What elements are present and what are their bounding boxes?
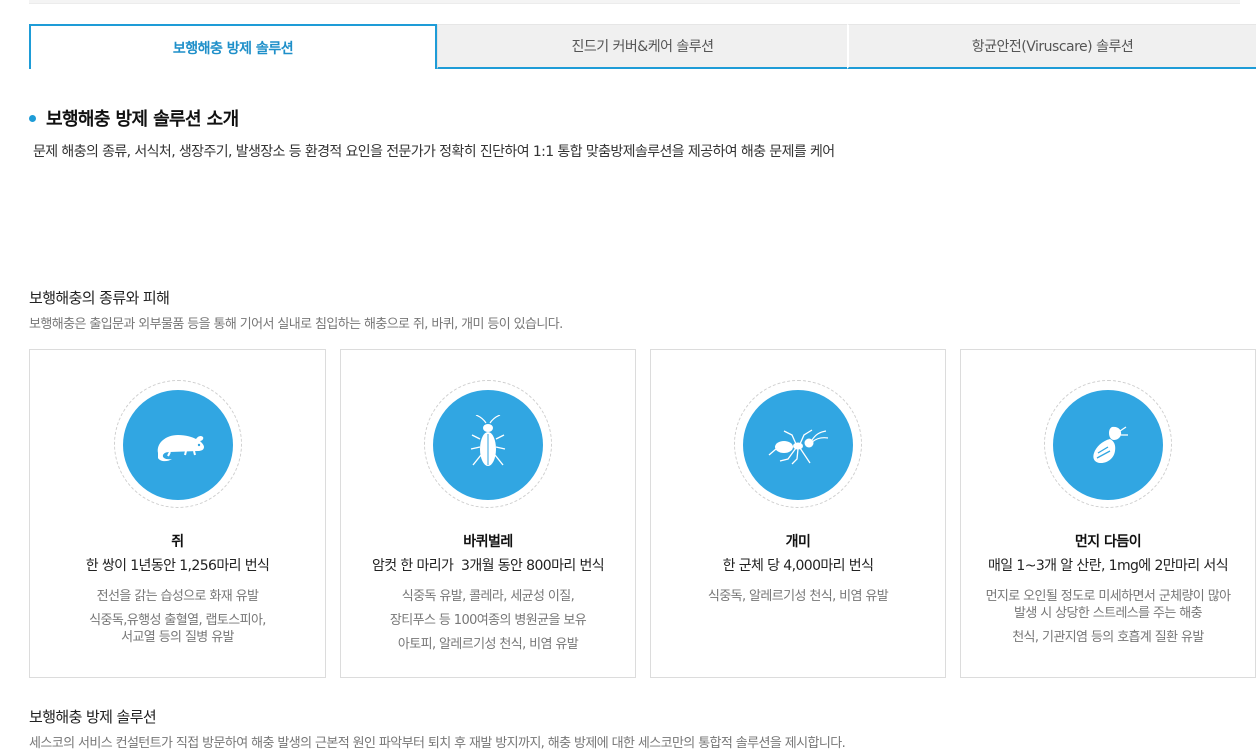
intro-title-text: 보행해충 방제 솔루션 소개 <box>46 109 239 130</box>
dust-mite-icon <box>1053 390 1163 500</box>
pest-harms: 먼지로 오인될 정도로 미세하면서 군체량이 많아 발생 시 상당한 스트레스를… <box>969 588 1247 653</box>
harm-item: 천식, 기관지염 등의 호흡계 질환 유발 <box>1012 630 1204 645</box>
cockroach-icon <box>433 390 543 500</box>
solution-section-description: 세스코의 서비스 컨설턴트가 직접 방문하여 해충 발생의 근본적 원인 파악부… <box>29 736 846 751</box>
page: 보행해충 방제 솔루션 진드기 커버&케어 솔루션 항균안전(Viruscare… <box>0 0 1256 756</box>
top-divider <box>29 0 1240 4</box>
pest-breeding-fact: 한 군체 당 4,000마리 번식 <box>722 558 874 574</box>
harm-item: 먼지로 오인될 정도로 미세하면서 군체량이 많아 발생 시 상당한 스트레스를… <box>985 589 1231 621</box>
bullet-icon <box>29 114 36 122</box>
harm-item: 전선을 갉는 습성으로 화재 유발 <box>96 589 259 604</box>
tab-walking-pest-solution[interactable]: 보행해충 방제 솔루션 <box>29 24 437 69</box>
pest-breeding-fact: 암컷 한 마리가 3개월 동안 800마리 번식 <box>371 558 605 574</box>
intro-description: 문제 해충의 종류, 서식처, 생장주기, 발생장소 등 환경적 요인을 전문가… <box>33 144 835 160</box>
harm-item: 식중독, 알레르기성 천식, 비염 유발 <box>707 589 889 604</box>
harm-item: 식중독 유발, 콜레라, 세균성 이질, <box>401 589 575 604</box>
types-section-title: 보행해충의 종류와 피해 <box>29 289 170 307</box>
solution-section-title: 보행해충 방제 솔루션 <box>29 708 157 726</box>
pest-card-cockroach: 바퀴벌레 암컷 한 마리가 3개월 동안 800마리 번식 식중독 유발, 콜레… <box>340 349 636 678</box>
pest-name: 먼지 다듬이 <box>1074 534 1142 550</box>
ant-icon <box>743 390 853 500</box>
types-section-description: 보행해충은 출입문과 외부물품 등을 통해 기어서 실내로 침입하는 해충으로 … <box>29 317 563 332</box>
pest-name: 쥐 <box>171 534 184 550</box>
harm-item: 식중독,유행성 출혈열, 랩토스피아, 서교열 등의 질병 유발 <box>89 613 266 645</box>
harm-item: 장티푸스 등 100여종의 병원균을 보유 <box>389 613 587 628</box>
pest-name: 바퀴벌레 <box>463 534 513 550</box>
tab-mite-cover-care-solution[interactable]: 진드기 커버&케어 솔루션 <box>437 24 847 69</box>
pest-breeding-fact: 한 쌍이 1년동안 1,256마리 번식 <box>85 558 270 574</box>
pest-harms: 식중독 유발, 콜레라, 세균성 이질, 장티푸스 등 100여종의 병원균을 … <box>349 588 627 660</box>
solution-tabs: 보행해충 방제 솔루션 진드기 커버&케어 솔루션 항균안전(Viruscare… <box>29 24 1256 69</box>
pest-name: 개미 <box>785 534 811 550</box>
intro-heading: 보행해충 방제 솔루션 소개 <box>29 105 239 131</box>
pest-harms: 전선을 갉는 습성으로 화재 유발 식중독,유행성 출혈열, 랩토스피아, 서교… <box>38 588 317 653</box>
rat-icon <box>122 390 233 500</box>
harm-item: 아토피, 알레르기성 천식, 비염 유발 <box>397 637 579 652</box>
tab-viruscare-solution[interactable]: 항균안전(Viruscare) 솔루션 <box>847 24 1256 69</box>
pest-breeding-fact: 매일 1~3개 알 산란, 1mg에 2만마리 서식 <box>988 558 1229 574</box>
pest-harms: 식중독, 알레르기성 천식, 비염 유발 <box>659 588 937 612</box>
pest-card-booklouse: 먼지 다듬이 매일 1~3개 알 산란, 1mg에 2만마리 서식 먼지로 오인… <box>960 349 1256 678</box>
pest-card-ant: 개미 한 군체 당 4,000마리 번식 식중독, 알레르기성 천식, 비염 유… <box>650 349 946 678</box>
pest-card-rat: 쥐 한 쌍이 1년동안 1,256마리 번식 전선을 갉는 습성으로 화재 유발… <box>29 349 326 678</box>
